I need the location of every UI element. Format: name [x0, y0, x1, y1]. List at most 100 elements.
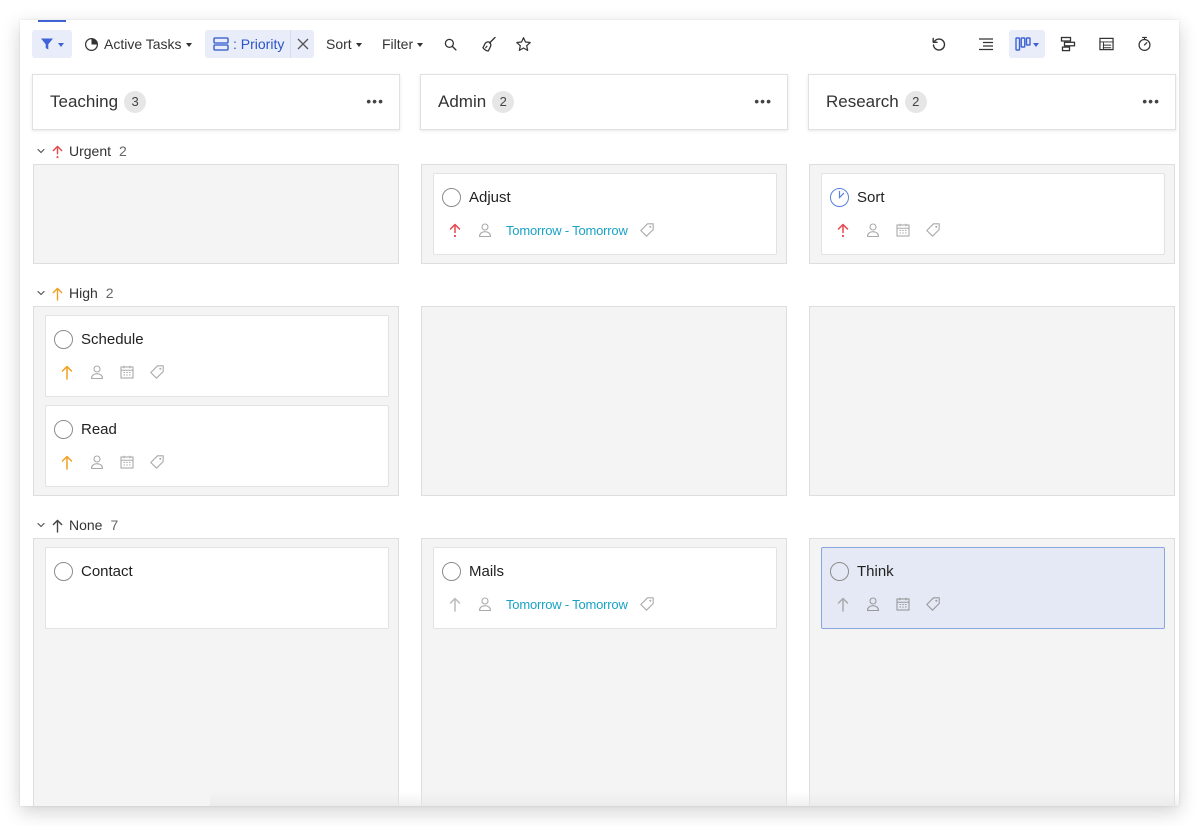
task-title: Adjust [469, 189, 511, 206]
assignee-icon[interactable] [476, 221, 494, 239]
favorite-button[interactable] [509, 30, 537, 58]
assignee-icon[interactable] [88, 363, 106, 381]
column-count-badge: 2 [492, 91, 515, 113]
star-icon [515, 36, 532, 53]
tag-icon[interactable] [638, 221, 656, 239]
tag-icon[interactable] [924, 221, 942, 239]
funnel-icon [40, 37, 54, 51]
tag-icon[interactable] [924, 595, 942, 613]
task-card[interactable]: Mails Tomorrow - Tomorrow [433, 547, 777, 629]
priority-urgent-icon[interactable] [446, 221, 464, 239]
assignee-icon[interactable] [864, 595, 882, 613]
task-card[interactable]: Contact [45, 547, 389, 629]
lane-teaching-none: Contact [33, 538, 399, 806]
priority-high-icon[interactable] [58, 363, 76, 381]
group-name: High [69, 285, 98, 301]
assignee-icon[interactable] [88, 453, 106, 471]
toolbar: Active Tasks : Priority Sort Filter [20, 20, 1179, 66]
group-name: Urgent [69, 143, 112, 159]
group-count: 2 [105, 285, 114, 301]
task-card[interactable]: Read [45, 405, 389, 487]
chevron-down-icon [417, 42, 424, 47]
more-options-icon[interactable]: ••• [366, 93, 384, 109]
more-options-icon[interactable]: ••• [1142, 93, 1160, 109]
task-title: Schedule [81, 331, 144, 348]
task-meta: Tomorrow - Tomorrow [446, 594, 668, 614]
chevron-down-icon [1033, 42, 1039, 47]
outline-view-button[interactable] [972, 30, 1000, 58]
group-by-button[interactable]: : Priority [205, 30, 290, 58]
timer-button[interactable] [1130, 30, 1158, 58]
priority-high-icon[interactable] [58, 453, 76, 471]
lane-admin-urgent: Adjust Tomorrow - Tomorrow [421, 164, 787, 264]
column-title: Teaching [50, 92, 119, 111]
lane-research-none: Think [809, 538, 1175, 806]
filter-menu-button[interactable] [32, 30, 72, 58]
task-date-range[interactable]: Tomorrow - Tomorrow [506, 223, 628, 238]
table-view-button[interactable] [1092, 30, 1120, 58]
column-count-badge: 3 [124, 91, 147, 113]
chevron-down-icon [185, 42, 192, 47]
more-options-icon[interactable]: ••• [754, 93, 772, 109]
gantt-view-button[interactable] [1054, 30, 1082, 58]
group-rows-icon [213, 37, 229, 51]
tag-icon[interactable] [638, 595, 656, 613]
assignee-icon[interactable] [476, 595, 494, 613]
priority-urgent-icon[interactable] [834, 221, 852, 239]
tag-icon[interactable] [148, 363, 166, 381]
task-meta [58, 452, 178, 472]
task-meta [58, 362, 178, 382]
table-icon [1098, 37, 1114, 51]
column-header-teaching[interactable]: Teaching 3 ••• [32, 74, 400, 130]
column-header-research[interactable]: Research 2 ••• [808, 74, 1176, 130]
tag-icon[interactable] [148, 453, 166, 471]
group-header-high[interactable]: High 2 [36, 283, 114, 303]
priority-none-icon[interactable] [834, 595, 852, 613]
sort-menu-button[interactable]: Sort [326, 30, 362, 58]
view-selector[interactable]: Active Tasks [84, 30, 192, 58]
group-header-urgent[interactable]: Urgent 2 [36, 141, 127, 161]
task-card[interactable]: Sort [821, 173, 1165, 255]
task-title: Sort [857, 189, 885, 206]
lane-teaching-high: Schedule Read [33, 306, 399, 496]
priority-none-icon[interactable] [446, 595, 464, 613]
remove-grouping-button[interactable] [291, 30, 314, 58]
group-by-chip: : Priority [205, 30, 314, 58]
board-view-icon [1015, 37, 1031, 51]
priority-urgent-icon [51, 144, 64, 159]
calendar-icon[interactable] [894, 595, 912, 613]
task-status-checkbox[interactable] [54, 420, 73, 439]
group-count: 7 [110, 517, 119, 533]
column-header-admin[interactable]: Admin 2 ••• [420, 74, 788, 130]
task-card[interactable]: Schedule [45, 315, 389, 397]
task-status-checkbox[interactable] [830, 562, 849, 581]
priority-high-icon [51, 286, 64, 301]
task-card-selected[interactable]: Think [821, 547, 1165, 629]
board-view-button[interactable] [1009, 30, 1045, 58]
chevron-down-icon [36, 520, 46, 530]
task-status-checkbox[interactable] [442, 562, 461, 581]
task-date-range[interactable]: Tomorrow - Tomorrow [506, 597, 628, 612]
priority-none-icon [51, 518, 64, 533]
clear-button[interactable] [475, 30, 503, 58]
group-header-none[interactable]: None 7 [36, 515, 118, 535]
search-icon [444, 38, 457, 51]
task-status-checkbox[interactable] [442, 188, 461, 207]
filter-dropdown-button[interactable]: Filter [382, 30, 424, 58]
search-button[interactable] [436, 30, 464, 58]
lane-teaching-urgent [33, 164, 399, 264]
calendar-icon[interactable] [118, 453, 136, 471]
timer-icon [1137, 36, 1152, 52]
task-card[interactable]: Adjust Tomorrow - Tomorrow [433, 173, 777, 255]
assignee-icon[interactable] [864, 221, 882, 239]
chevron-down-icon [58, 42, 64, 47]
task-meta [834, 220, 954, 240]
column-title: Admin [438, 92, 487, 111]
task-status-checkbox[interactable] [54, 562, 73, 581]
undo-button[interactable] [925, 30, 953, 58]
task-status-checkbox[interactable] [54, 330, 73, 349]
broom-icon [481, 36, 497, 52]
calendar-icon[interactable] [118, 363, 136, 381]
task-status-in-progress[interactable] [830, 188, 849, 207]
calendar-icon[interactable] [894, 221, 912, 239]
